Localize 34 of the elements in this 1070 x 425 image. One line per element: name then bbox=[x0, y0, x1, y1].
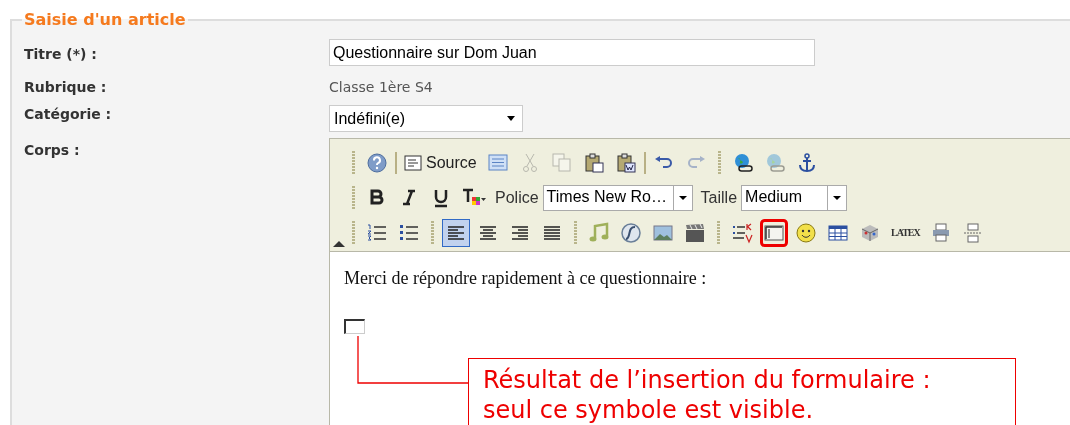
toolbar-grip[interactable] bbox=[431, 220, 434, 245]
align-left-icon[interactable] bbox=[442, 218, 470, 247]
toolbar-grip[interactable] bbox=[574, 220, 577, 245]
toolbar-grip[interactable] bbox=[352, 220, 355, 245]
dropdown-icon bbox=[833, 195, 842, 200]
field-label: Rubrique : bbox=[24, 78, 108, 97]
toolbar-separator bbox=[643, 151, 646, 174]
text-field-icon[interactable] bbox=[760, 218, 788, 247]
toolbar-separator bbox=[395, 151, 397, 174]
collapse-icon[interactable] bbox=[333, 241, 345, 247]
title-input[interactable]: Questionnaire sur Dom Juan bbox=[329, 39, 815, 66]
dropdown-icon bbox=[678, 195, 687, 200]
category-select[interactable]: Indéfini(e) bbox=[329, 105, 523, 132]
editor-text: Merci de répondre rapidement à ce questionnaire : bbox=[344, 268, 708, 289]
size-select[interactable]: Medium bbox=[741, 184, 848, 211]
category-value: Classe 1ère S4 bbox=[329, 78, 433, 97]
dropdown-icon bbox=[506, 115, 516, 122]
document-icon bbox=[404, 154, 422, 171]
toolbar-label: Taille bbox=[700, 188, 738, 207]
field-label: Titre (*) : bbox=[24, 45, 98, 64]
callout-text: seul ce symbole est visible. bbox=[483, 395, 815, 425]
font-select[interactable]: Times New Ro… bbox=[542, 184, 693, 211]
form-legend: Saisie d'un article bbox=[22, 10, 188, 29]
toolbar-grip[interactable] bbox=[717, 220, 720, 245]
toolbar-grip[interactable] bbox=[352, 150, 355, 175]
toolbar-grip[interactable] bbox=[352, 185, 355, 210]
formula-button[interactable]: LATEX bbox=[888, 218, 923, 247]
field-label: Catégorie : bbox=[24, 105, 113, 124]
toolbar-label: Police bbox=[495, 188, 539, 207]
toolbar-grip[interactable] bbox=[717, 150, 721, 175]
field-label: Corps : bbox=[24, 141, 81, 160]
text-field-symbol bbox=[344, 319, 365, 334]
source-button[interactable]: Source bbox=[401, 148, 480, 177]
callout-text: Résultat de l’insertion du formulaire : bbox=[483, 365, 932, 395]
